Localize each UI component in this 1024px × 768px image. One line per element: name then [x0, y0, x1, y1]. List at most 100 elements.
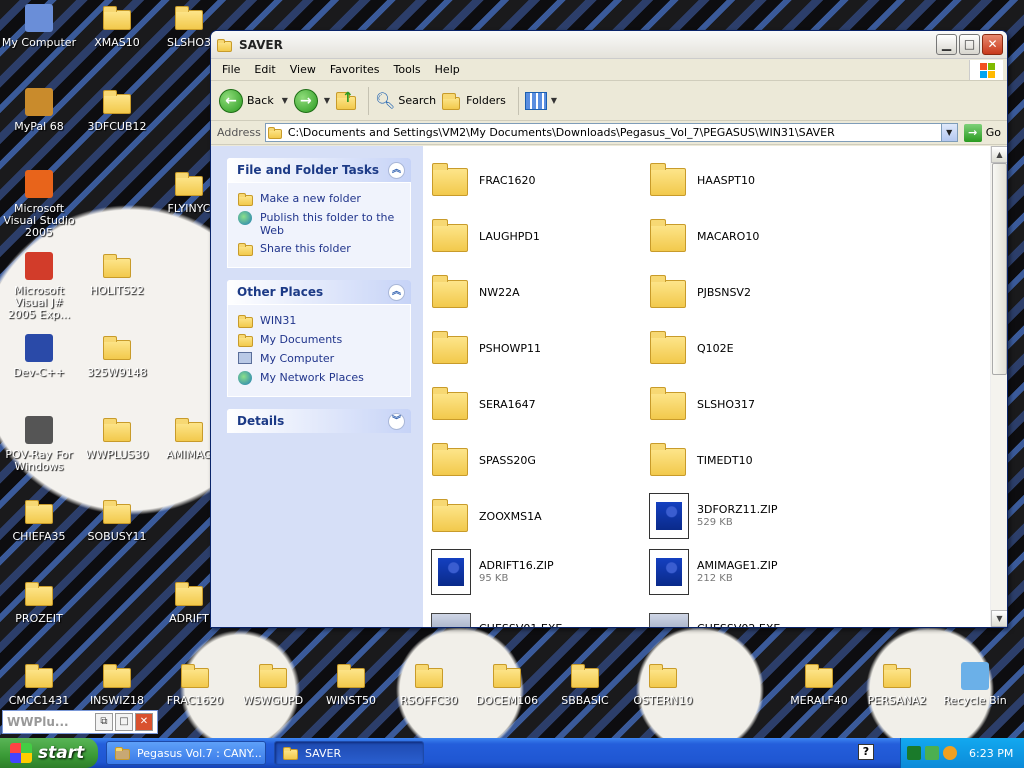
expand-chevron-icon[interactable]: ︾ [388, 412, 405, 430]
file-item[interactable]: PSHOWP11 [431, 320, 649, 376]
title-bar[interactable]: SAVER ▁ □ ✕ [211, 31, 1007, 59]
place-my-documents[interactable]: My Documents [238, 333, 402, 347]
panel-header[interactable]: Details ︾ [227, 409, 411, 433]
tray-network-icon[interactable] [925, 746, 939, 760]
zip-file-icon [431, 549, 471, 595]
folders-button[interactable]: Folders [442, 92, 506, 110]
up-folder-icon[interactable]: ↑ [336, 90, 358, 112]
desktop-icon[interactable]: PROZEIT [0, 578, 78, 625]
desktop-icon[interactable]: Recycle Bin [936, 660, 1014, 707]
back-dropdown-icon[interactable]: ▼ [282, 96, 288, 105]
desktop-icon[interactable]: FRAC1620 [156, 660, 234, 707]
desktop-icon[interactable]: XMAS10 [78, 2, 156, 49]
tray-search-icon[interactable] [943, 746, 957, 760]
address-path[interactable]: C:\Documents and Settings\VM2\My Documen… [288, 126, 941, 139]
desktop-icon[interactable]: WINST50 [312, 660, 390, 707]
collapse-chevron-icon[interactable]: ︽ [388, 283, 405, 301]
task-make-new-folder[interactable]: Make a new folder [238, 192, 402, 206]
desktop-icon[interactable]: 3DFCUB12 [78, 86, 156, 133]
desktop-icon[interactable]: Dev-C++ [0, 332, 78, 379]
desktop-icon[interactable]: WWPLUS30 [78, 414, 156, 461]
desktop-icon[interactable]: DOCEM106 [468, 660, 546, 707]
desktop-icon[interactable]: MERALF40 [780, 660, 858, 707]
menu-edit[interactable]: Edit [247, 63, 282, 76]
file-item[interactable]: AMIMAGE1.ZIP 212 KB [649, 544, 867, 600]
menu-help[interactable]: Help [428, 63, 467, 76]
panel-header[interactable]: File and Folder Tasks ︽ [227, 158, 411, 182]
forward-dropdown-icon[interactable]: ▼ [324, 96, 330, 105]
minimized-window[interactable]: WWPlu... ⧉ □ ✕ [2, 710, 158, 734]
search-button[interactable]: 🔍︎ Search [375, 91, 436, 110]
maximize-button[interactable]: □ [959, 34, 980, 55]
desktop-icon[interactable]: SBBASIC [546, 660, 624, 707]
details-panel: Details ︾ [227, 409, 411, 433]
place-win31[interactable]: WIN31 [238, 314, 402, 328]
back-button[interactable]: ← Back [219, 88, 274, 113]
file-item[interactable]: ADRIFT16.ZIP 95 KB [431, 544, 649, 600]
file-item[interactable]: FRAC1620 [431, 152, 649, 208]
taskbar-button-pegasus[interactable]: Pegasus Vol.7 : CANY... [106, 741, 266, 765]
desktop-icon[interactable]: 325W9148 [78, 332, 156, 379]
menu-favorites[interactable]: Favorites [323, 63, 387, 76]
file-item[interactable]: CHESSV02.EXE [649, 600, 867, 627]
scroll-thumb[interactable] [992, 163, 1007, 375]
desktop-icon[interactable]: My Computer [0, 2, 78, 49]
address-dropdown-icon[interactable]: ▼ [940, 124, 957, 141]
desktop-icon[interactable]: RSOFFC30 [390, 660, 468, 707]
menu-view[interactable]: View [283, 63, 323, 76]
desktop-icon[interactable]: PERSANA2 [858, 660, 936, 707]
desktop-icon[interactable]: HOLITS22 [78, 250, 156, 297]
maximize-button[interactable]: □ [115, 713, 133, 731]
go-button[interactable]: → Go [963, 123, 1001, 142]
close-button[interactable]: ✕ [135, 713, 153, 731]
close-button[interactable]: ✕ [982, 34, 1003, 55]
vertical-scrollbar[interactable]: ▲ ▼ [990, 146, 1007, 627]
views-button[interactable]: ▼ [524, 91, 563, 110]
place-my-network-places[interactable]: My Network Places [238, 371, 402, 385]
restore-button[interactable]: ⧉ [95, 713, 113, 731]
scroll-up-button[interactable]: ▲ [991, 146, 1007, 163]
collapse-chevron-icon[interactable]: ︽ [388, 161, 405, 179]
desktop-icon[interactable]: CMCC1431 [0, 660, 78, 707]
file-item[interactable]: CHESSV01.EXE [431, 600, 649, 627]
file-item[interactable]: ZOOXMS1A [431, 488, 649, 544]
minimize-button[interactable]: ▁ [936, 34, 957, 55]
file-name: HAASPT10 [697, 173, 755, 187]
menu-tools[interactable]: Tools [387, 63, 428, 76]
desktop-icon[interactable]: SOBUSY11 [78, 496, 156, 543]
start-button[interactable]: start [0, 738, 98, 768]
file-item[interactable]: TIMEDT10 [649, 432, 867, 488]
desktop-icon[interactable]: CHIEFA35 [0, 496, 78, 543]
scroll-down-button[interactable]: ▼ [991, 610, 1007, 627]
task-publish-folder[interactable]: Publish this folder to the Web [238, 211, 402, 237]
panel-header[interactable]: Other Places ︽ [227, 280, 411, 304]
taskbar-button-saver[interactable]: SAVER [274, 741, 424, 765]
file-item[interactable]: Q102E [649, 320, 867, 376]
folder-icon [173, 2, 205, 34]
desktop-icon[interactable]: INSWIZ18 [78, 660, 156, 707]
file-item[interactable]: 3DFORZ11.ZIP 529 KB [649, 488, 867, 544]
file-item[interactable]: SERA1647 [431, 376, 649, 432]
file-item[interactable]: LAUGHPD1 [431, 208, 649, 264]
task-share-folder[interactable]: Share this folder [238, 242, 402, 256]
help-icon[interactable]: ? [858, 744, 874, 760]
forward-arrow-icon[interactable]: → [293, 88, 318, 113]
desktop-icon[interactable]: Microsoft Visual J# 2005 Exp... [0, 250, 78, 321]
file-item[interactable]: MACARO10 [649, 208, 867, 264]
desktop-icon-label: SOBUSY11 [87, 530, 147, 543]
desktop-icon[interactable]: OSTERN10 [624, 660, 702, 707]
menu-file[interactable]: File [215, 63, 247, 76]
desktop-icon[interactable]: Microsoft Visual Studio 2005 [0, 168, 78, 239]
address-input[interactable]: C:\Documents and Settings\VM2\My Documen… [264, 123, 958, 142]
file-item[interactable]: HAASPT10 [649, 152, 867, 208]
desktop-icon[interactable]: POV-Ray For Windows [0, 414, 78, 473]
desktop-icon[interactable]: MyPal 68 [0, 86, 78, 133]
desktop-icon[interactable]: WSWGUPD [234, 660, 312, 707]
file-item[interactable]: SLSHO317 [649, 376, 867, 432]
file-item[interactable]: SPASS20G [431, 432, 649, 488]
place-my-computer[interactable]: My Computer [238, 352, 402, 366]
clock: 6:23 PM [969, 746, 1014, 760]
tray-app-icon[interactable] [907, 746, 921, 760]
file-item[interactable]: NW22A [431, 264, 649, 320]
file-item[interactable]: PJBSNSV2 [649, 264, 867, 320]
